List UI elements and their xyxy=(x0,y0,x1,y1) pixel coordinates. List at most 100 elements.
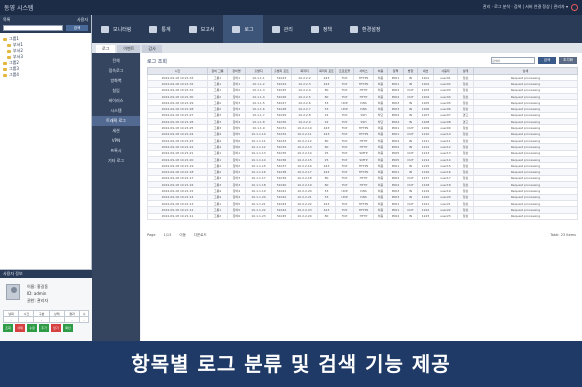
column-header[interactable]: 출발지 포트 xyxy=(271,67,292,75)
device-tree: 그룹1 부서1 부서2 부서3 그룹2 그룹3 그룹4 xyxy=(0,33,91,81)
column-header[interactable]: 방향 xyxy=(403,67,418,75)
column-header[interactable]: 시간 xyxy=(147,67,208,75)
column-header[interactable]: 세션 xyxy=(417,67,434,75)
status-bar-text: 관리 · 로그 분석 · 검색 | 서버 연결 정상 | 관리자 ▾ xyxy=(482,4,568,9)
column-header[interactable]: 상세 xyxy=(473,67,578,75)
user-info-panel: 사용자 정보 이름: 홍길동 ID: admin 권한: 관리자 날짜 시간 구분 상… xyxy=(0,269,92,341)
menu-icon xyxy=(232,25,241,33)
category-item[interactable]: 기타 로그 xyxy=(92,156,140,166)
sub-tab[interactable]: 감사 xyxy=(142,45,162,53)
folder-icon xyxy=(7,55,11,59)
column-header[interactable]: 서비스 xyxy=(353,67,374,75)
table-cell: 51045 xyxy=(271,212,292,220)
tree-item[interactable]: 그룹4 xyxy=(3,72,88,78)
column-header[interactable]: 목적지 xyxy=(291,67,318,75)
tree-panel-title: 목록 xyxy=(3,17,11,22)
tree-search-button[interactable]: 검색 xyxy=(66,25,88,31)
category-item[interactable]: 바이러스 xyxy=(92,96,140,106)
column-header[interactable]: 장비명 xyxy=(227,67,246,75)
table-cell: 허용 xyxy=(373,212,388,220)
table-cell: 1223 xyxy=(417,212,434,220)
column-header[interactable]: 프로토콜 xyxy=(335,67,354,75)
log-search-input[interactable] xyxy=(491,57,535,64)
column-header[interactable]: 정책 xyxy=(387,67,404,75)
avatar xyxy=(6,284,20,300)
log-content-area: 로그 조회 검색 초기화 시간장비 그룹장비명출발지출발지 포트목적지목적지 포… xyxy=(141,53,582,341)
sub-tab[interactable]: 이벤트 xyxy=(117,45,141,53)
column-header[interactable]: 목적지 포트 xyxy=(317,67,336,75)
user-role: 권한: 관리자 xyxy=(27,298,49,303)
user-name: 이름: 홍길동 xyxy=(27,284,49,289)
user-action-button[interactable]: 닫기 xyxy=(51,324,61,332)
category-item[interactable]: 접속로그 xyxy=(92,66,140,76)
menu-item[interactable]: 로그 xyxy=(223,15,263,43)
menu-item-label: 정책 xyxy=(322,26,333,33)
reset-button[interactable]: 초기화 xyxy=(559,57,577,64)
column-header[interactable]: 상태 xyxy=(457,67,474,75)
title-bar: 동영 시스템 관리 · 로그 분석 · 검색 | 서버 연결 정상 | 관리자 … xyxy=(0,0,582,15)
summary-value-cell: - xyxy=(33,316,50,323)
user-action-button[interactable]: 조회 xyxy=(3,324,13,332)
pager-item[interactable]: Page xyxy=(147,233,155,238)
menu-item-label: 환경설정 xyxy=(362,26,381,33)
table-cell: HTTP xyxy=(353,212,374,220)
folder-icon xyxy=(3,37,7,41)
sub-tab[interactable]: 로그 xyxy=(96,45,116,53)
column-header[interactable]: 사용자 xyxy=(433,67,458,75)
category-item[interactable]: 침입 xyxy=(92,86,140,96)
user-action-buttons: 조회 삭제 수정 추가 닫기 확인 xyxy=(3,324,73,332)
category-item[interactable]: 트래픽 로그 xyxy=(92,116,140,126)
total-count: Total: 23 items xyxy=(550,233,576,237)
sub-tab-bar: 로그 이벤트 감사 xyxy=(92,43,582,53)
menu-icon xyxy=(101,25,109,33)
table-cell: 그룹2 xyxy=(207,212,228,220)
menu-item[interactable]: 관리 xyxy=(263,15,302,43)
menu-item[interactable]: 통계 xyxy=(140,15,179,43)
menu-item-label: 모니터링 xyxy=(113,26,132,33)
user-id: ID: admin xyxy=(27,291,47,296)
tree-panel-header: 목록 사용자 검색 xyxy=(0,15,91,33)
menu-icon xyxy=(310,25,319,33)
category-item[interactable]: 전체 xyxy=(92,56,140,66)
user-action-button[interactable]: 삭제 xyxy=(15,324,25,332)
user-summary-table: 날짜 시간 구분 상태 결과 수 ------ xyxy=(2,310,89,323)
summary-value-cell: - xyxy=(63,316,81,323)
menu-item[interactable]: 환경설정 xyxy=(341,15,389,43)
log-search-button[interactable]: 검색 xyxy=(538,57,556,64)
user-action-button[interactable]: 추가 xyxy=(39,324,49,332)
pager-item[interactable]: 다운로드 xyxy=(194,233,207,238)
category-item[interactable]: VPN xyxy=(92,136,140,146)
menu-item-label: 로그 xyxy=(244,26,254,33)
category-item[interactable]: 세션 xyxy=(92,126,140,136)
column-header[interactable]: 허용 xyxy=(373,67,388,75)
power-icon[interactable] xyxy=(571,4,578,11)
category-item[interactable]: 방화벽 xyxy=(92,76,140,86)
menu-item-label: 보고서 xyxy=(200,26,215,33)
table-cell: IN xyxy=(403,212,418,220)
tree-item-label: 그룹4 xyxy=(9,72,19,77)
table-row[interactable]: 2024-09-18 10:21:11 그룹2 장비6 10.1.1.23 51045 1… xyxy=(147,212,578,220)
menu-item[interactable]: 모니터링 xyxy=(92,15,140,43)
menu-item[interactable]: 정책 xyxy=(302,15,341,43)
user-action-button[interactable]: 확인 xyxy=(63,324,73,332)
user-action-button[interactable]: 수정 xyxy=(27,324,37,332)
pager-item[interactable]: 1/13 xyxy=(163,233,171,238)
menu-icon xyxy=(149,25,158,33)
tree-search-input[interactable] xyxy=(3,25,63,31)
app-window: 동영 시스템 관리 · 로그 분석 · 검색 | 서버 연결 정상 | 관리자 … xyxy=(0,0,582,387)
folder-icon xyxy=(7,49,11,53)
table-cell: user23 xyxy=(433,212,458,220)
user-info-title: 사용자 정보 xyxy=(0,270,92,278)
pager-item[interactable]: 이동 xyxy=(179,233,185,238)
column-header[interactable]: 출발지 xyxy=(245,67,272,75)
folder-icon xyxy=(7,43,11,47)
table-cell: P002 xyxy=(387,212,404,220)
summary-value-cell: - xyxy=(48,316,65,323)
column-header[interactable]: 장비 그룹 xyxy=(207,67,228,75)
category-item[interactable]: 시스템 xyxy=(92,106,140,116)
folder-icon xyxy=(3,61,7,65)
menu-item[interactable]: 보고서 xyxy=(180,15,224,43)
summary-value-cell: - xyxy=(2,316,20,323)
folder-icon xyxy=(3,73,7,77)
category-item[interactable]: 프록시 xyxy=(92,146,140,156)
